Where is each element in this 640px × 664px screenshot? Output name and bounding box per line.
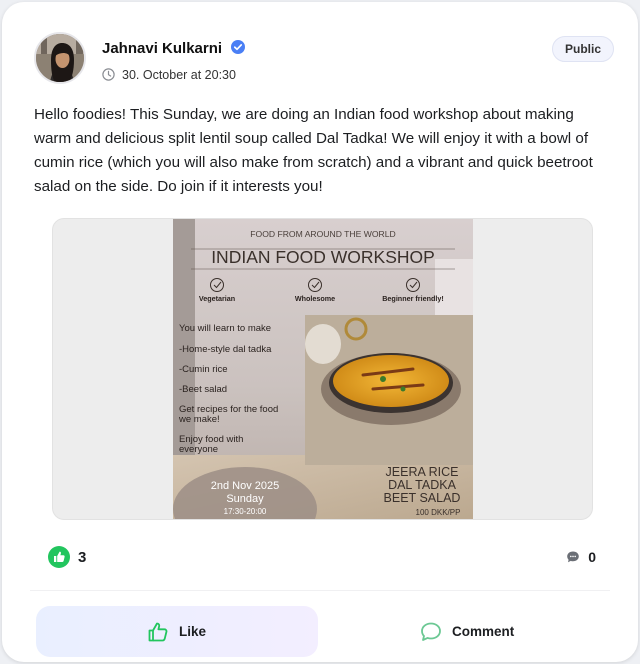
poster-title: INDIAN FOOD WORKSHOP [211,247,435,267]
actions-divider [30,590,610,591]
like-button[interactable]: Like [36,606,318,657]
poster-feature-3: Beginner friendly! [382,294,444,303]
thumbs-up-icon [148,622,168,642]
comment-button[interactable]: Comment [328,606,610,657]
comment-bubble-icon [421,622,441,641]
comment-bubble-icon [567,551,579,563]
post-media[interactable]: FOOD FROM AROUND THE WORLD INDIAN FOOD W… [52,218,593,520]
post-card: Jahnavi Kulkarni 30. October at 20:30 Pu… [2,2,638,662]
comment-count[interactable]: 0 [588,549,596,565]
poster-enjoy-line-2: everyone [179,444,218,455]
poster-feature-1: Vegetarian [199,294,235,303]
poster-menu-1: JEERA RICE [386,465,459,479]
avatar[interactable] [34,32,86,84]
verified-check-icon [231,40,245,54]
poster-learn-item-1: -Home-style dal tadka [179,344,272,355]
poster-menu-2: DAL TADKA [388,478,457,492]
poster-learn-item-2: -Cumin rice [179,364,228,375]
workshop-poster: FOOD FROM AROUND THE WORLD INDIAN FOOD W… [173,219,473,519]
poster-menu-3: BEET SALAD [384,491,461,505]
poster-day: Sunday [226,493,264,505]
poster-recipes-line-2: we make! [178,414,220,425]
like-count[interactable]: 3 [78,549,86,566]
visibility-badge[interactable]: Public [551,36,614,62]
author-name[interactable]: Jahnavi Kulkarni [102,40,222,57]
clock-icon [102,68,115,81]
poster-date: 2nd Nov 2025 [211,480,280,492]
post-header: Jahnavi Kulkarni 30. October at 20:30 Pu… [34,32,614,88]
poster-feature-2: Wholesome [295,294,335,303]
poster-time: 17:30-20:00 [224,507,267,516]
poster-kicker: FOOD FROM AROUND THE WORLD [250,229,395,239]
post-timestamp[interactable]: 30. October at 20:30 [122,68,236,82]
post-body: Hello foodies! This Sunday, we are doing… [34,106,593,195]
poster-learn-heading: You will learn to make [179,323,271,334]
reaction-summary: 3 0 [48,545,600,571]
like-button-label: Like [179,624,207,639]
comment-button-label: Comment [452,624,515,639]
thumbs-up-icon[interactable] [48,546,70,568]
poster-price: 100 DKK/PP [416,508,461,517]
poster-learn-item-3: -Beet salad [179,384,227,395]
